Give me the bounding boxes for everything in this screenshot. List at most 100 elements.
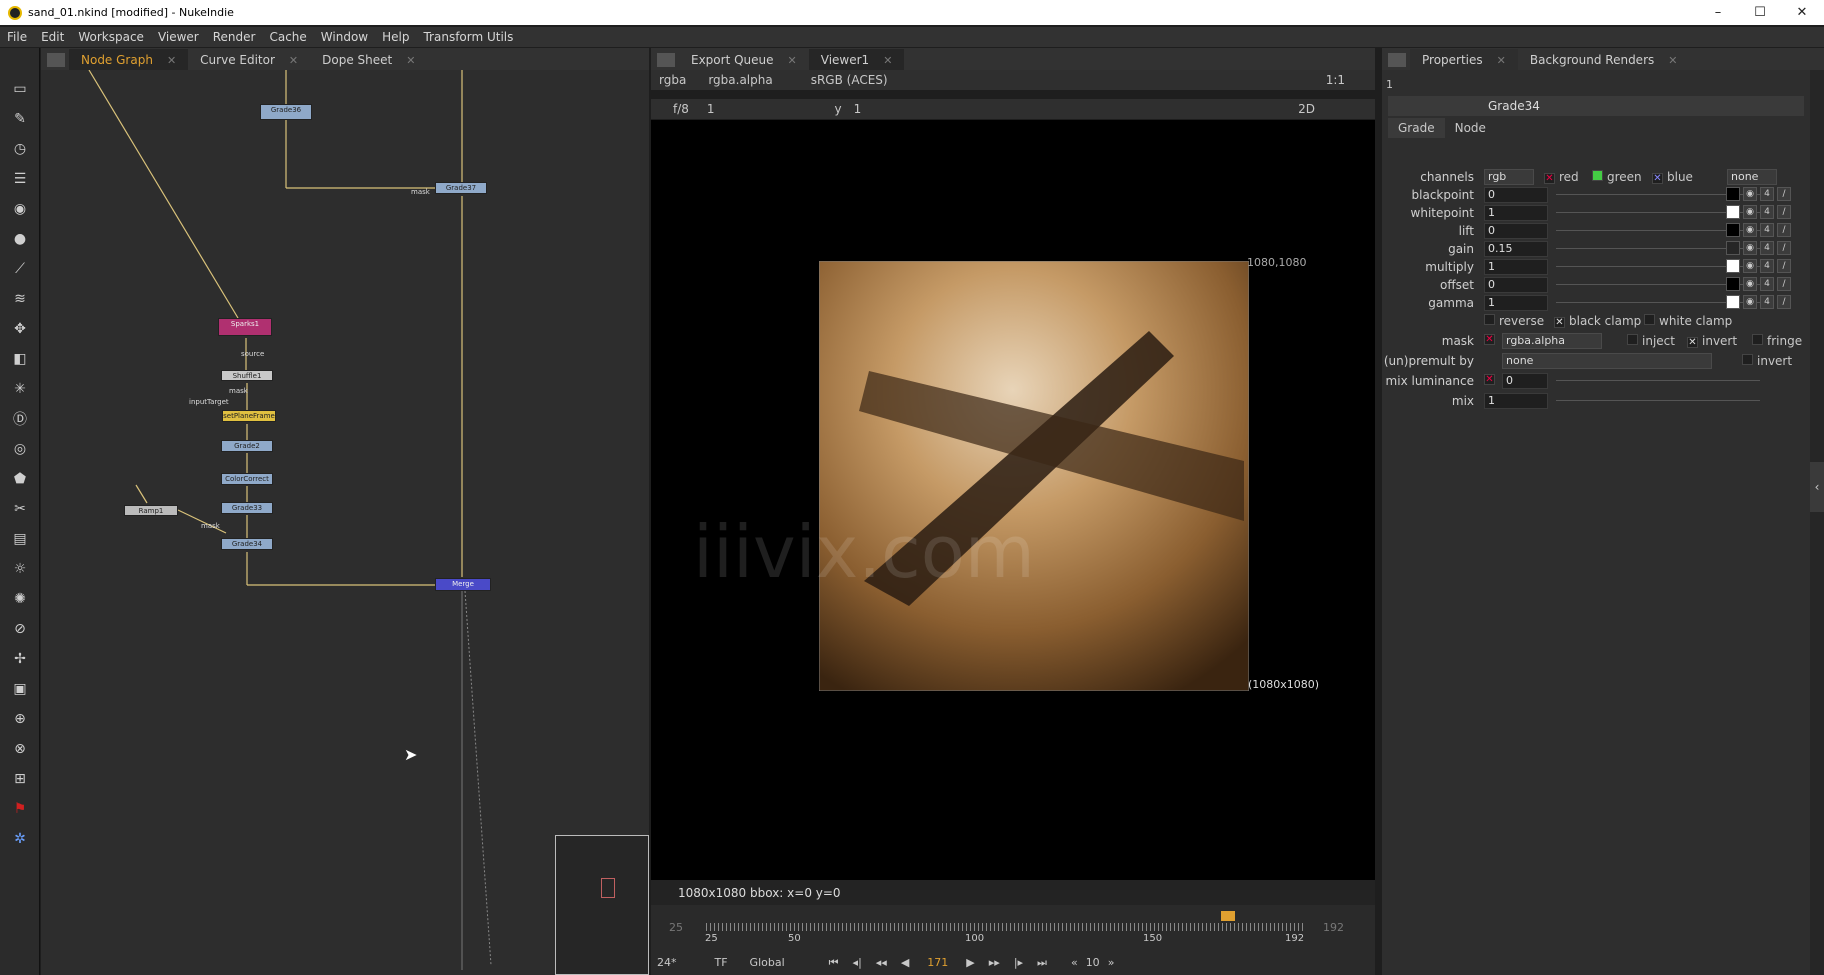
- minimap-viewport[interactable]: [601, 878, 615, 898]
- color-picker-icon[interactable]: ◉: [1743, 223, 1757, 237]
- color-picker-icon[interactable]: ◉: [1743, 241, 1757, 255]
- tab-node[interactable]: Node: [1445, 118, 1496, 138]
- node-color-correct[interactable]: ColorCorrect: [221, 473, 273, 485]
- animation-curve-icon[interactable]: ∕: [1777, 241, 1791, 255]
- fstop-field[interactable]: f/8: [673, 102, 689, 116]
- timeline-ruler[interactable]: [706, 923, 1306, 931]
- gain-field[interactable]: 1: [707, 102, 715, 116]
- node-grade2[interactable]: Grade2: [221, 440, 273, 452]
- goto-start-icon[interactable]: ⏮: [829, 956, 839, 970]
- minimize-button[interactable]: –: [1696, 0, 1740, 25]
- red-toggle[interactable]: ✕ red: [1544, 170, 1579, 184]
- pane-menu-icon[interactable]: [47, 53, 65, 67]
- channel-split-icon[interactable]: 4: [1760, 187, 1774, 201]
- view-mode-select[interactable]: 2D: [1298, 102, 1315, 116]
- particles-icon[interactable]: ✳: [9, 378, 31, 400]
- step-field[interactable]: 10: [1086, 956, 1100, 969]
- lift-field[interactable]: 0: [1484, 223, 1548, 239]
- viewer-canvas[interactable]: 1080,1080 (1080x1080) iiivix.com: [651, 120, 1375, 880]
- ocula-icon[interactable]: ⊘: [9, 618, 31, 640]
- channel-split-icon[interactable]: 4: [1760, 241, 1774, 255]
- channel-icon[interactable]: ☰: [9, 168, 31, 190]
- fringe-checkbox[interactable]: fringe: [1752, 334, 1802, 348]
- tab-grade[interactable]: Grade: [1388, 118, 1445, 138]
- transform-icon[interactable]: ✥: [9, 318, 31, 340]
- close-icon[interactable]: ✕: [1497, 54, 1506, 67]
- toolsets-icon[interactable]: ✂: [9, 498, 31, 520]
- unpremult-select[interactable]: none: [1502, 353, 1712, 369]
- mask-channel-select[interactable]: rgba.alpha: [1502, 333, 1602, 349]
- play-back-icon[interactable]: ◀: [901, 956, 909, 969]
- mix-luminance-slider[interactable]: [1556, 380, 1760, 381]
- fps-select[interactable]: 24*: [657, 956, 677, 969]
- step-back-icon[interactable]: ◂◂: [876, 956, 887, 969]
- blackpoint-field[interactable]: 0: [1484, 187, 1548, 203]
- 3d-icon[interactable]: ◧: [9, 348, 31, 370]
- goto-end-icon[interactable]: ⏭: [1037, 956, 1047, 970]
- render-icon[interactable]: ▣: [9, 678, 31, 700]
- merge-icon[interactable]: ≋: [9, 288, 31, 310]
- brand-icon[interactable]: ⚑: [9, 798, 31, 820]
- metadata-icon[interactable]: ⬟: [9, 468, 31, 490]
- channel-split-icon[interactable]: 4: [1760, 295, 1774, 309]
- animation-curve-icon[interactable]: ∕: [1777, 259, 1791, 273]
- white-clamp-checkbox[interactable]: white clamp: [1644, 314, 1732, 328]
- play-forward-icon[interactable]: ▶: [966, 956, 974, 969]
- skip-back-icon[interactable]: «: [1071, 956, 1078, 969]
- channels-select[interactable]: rgb: [1484, 169, 1534, 185]
- mix-field[interactable]: 1: [1484, 393, 1548, 409]
- animation-curve-icon[interactable]: ∕: [1777, 223, 1791, 237]
- properties-scrollbar[interactable]: ‹: [1810, 70, 1824, 975]
- menu-window[interactable]: Window: [314, 30, 375, 44]
- close-window-button[interactable]: ✕: [1780, 0, 1824, 25]
- sphere-icon[interactable]: ⊕: [9, 708, 31, 730]
- scope-select[interactable]: Global: [750, 956, 785, 969]
- pane-menu-icon[interactable]: [1388, 53, 1406, 67]
- mix-luminance-checkbox[interactable]: ✕: [1484, 374, 1495, 385]
- gamma-field[interactable]: 1: [1484, 295, 1548, 311]
- channel-split-icon[interactable]: 4: [1760, 259, 1774, 273]
- keyer-icon[interactable]: ⟋: [9, 258, 31, 280]
- tab-export-queue[interactable]: Export Queue ✕: [679, 49, 809, 70]
- node-grade36[interactable]: Grade36: [260, 104, 312, 120]
- color-swatch[interactable]: [1726, 223, 1740, 237]
- node-grade34[interactable]: Grade34: [221, 538, 273, 550]
- offset-field[interactable]: 0: [1484, 277, 1548, 293]
- node-grade37[interactable]: Grade37: [435, 182, 487, 194]
- mix-luminance-field[interactable]: 0: [1502, 373, 1548, 389]
- menu-workspace[interactable]: Workspace: [71, 30, 151, 44]
- multiply-field[interactable]: 1: [1484, 259, 1548, 275]
- maximize-button[interactable]: ☐: [1738, 0, 1782, 25]
- node-merge[interactable]: Merge: [435, 578, 491, 591]
- channel-split-icon[interactable]: 4: [1760, 205, 1774, 219]
- hiero-icon[interactable]: ⊗: [9, 738, 31, 760]
- node-graph[interactable]: Grade36 Grade37 Sparks1 source Shuffle1 …: [41, 70, 649, 975]
- alpha-channel-select[interactable]: none: [1727, 169, 1777, 185]
- tab-background-renders[interactable]: Background Renders ✕: [1518, 49, 1690, 70]
- node-ramp[interactable]: Ramp1: [124, 505, 178, 516]
- menu-cache[interactable]: Cache: [262, 30, 313, 44]
- close-icon[interactable]: ✕: [289, 54, 298, 67]
- cara-icon[interactable]: ✺: [9, 588, 31, 610]
- settings-icon[interactable]: ✲: [9, 828, 31, 850]
- furnace-icon[interactable]: ☼: [9, 558, 31, 580]
- node-set-plane-frame[interactable]: setPlaneFrame: [222, 410, 276, 422]
- colorspace-select[interactable]: sRGB (ACES): [811, 73, 1011, 87]
- prev-key-icon[interactable]: ◂|: [853, 956, 862, 969]
- pane-menu-icon[interactable]: [657, 53, 675, 67]
- animation-curve-icon[interactable]: ∕: [1777, 277, 1791, 291]
- menu-help[interactable]: Help: [375, 30, 416, 44]
- color-picker-icon[interactable]: ◉: [1743, 187, 1757, 201]
- views-icon[interactable]: ◎: [9, 438, 31, 460]
- invert-checkbox[interactable]: ✕ invert: [1687, 334, 1737, 348]
- animation-curve-icon[interactable]: ∕: [1777, 187, 1791, 201]
- mix-slider[interactable]: [1556, 400, 1760, 401]
- green-toggle[interactable]: green: [1592, 170, 1642, 184]
- channel-split-icon[interactable]: 4: [1760, 277, 1774, 291]
- node-sparks[interactable]: Sparks1: [218, 318, 272, 336]
- spline-icon[interactable]: ✢: [9, 648, 31, 670]
- zoom-select[interactable]: 1:1: [1326, 73, 1345, 87]
- mask-checkbox[interactable]: ✕: [1484, 334, 1495, 345]
- whitepoint-field[interactable]: 1: [1484, 205, 1548, 221]
- timeline-start-field[interactable]: 25: [669, 921, 683, 934]
